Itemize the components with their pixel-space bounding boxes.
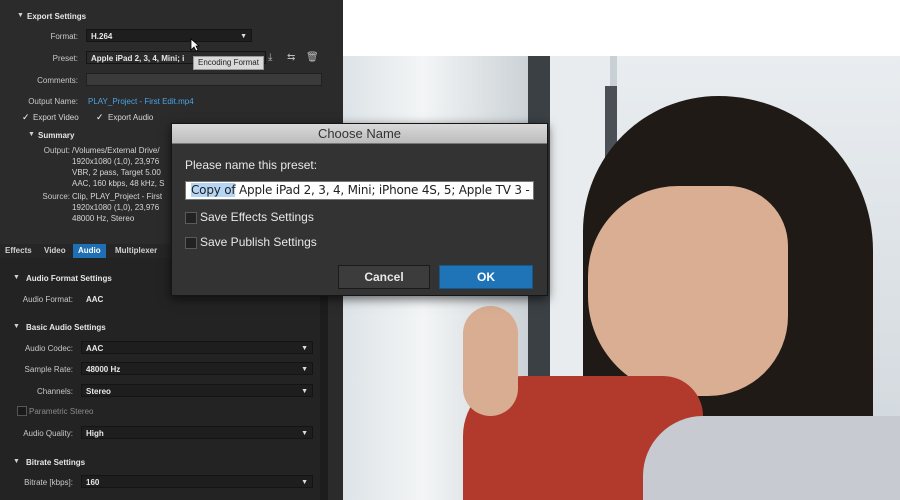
- bitrate-section-title: Bitrate Settings: [26, 458, 86, 467]
- bitrate-triangle-icon[interactable]: ▼: [13, 458, 20, 465]
- chevron-down-icon: ▼: [301, 388, 308, 395]
- comments-label: Comments:: [37, 76, 78, 85]
- audio-quality-select[interactable]: High ▼: [81, 426, 313, 439]
- output-name-link[interactable]: PLAY_Project - First Edit.mp4: [88, 97, 194, 106]
- dialog-title: Choose Name: [172, 124, 547, 144]
- source-line: Clip, PLAY_Project - First: [72, 192, 163, 201]
- chevron-down-icon: ▼: [301, 479, 308, 486]
- bitrate-label: Bitrate [kbps]:: [24, 478, 73, 487]
- chevron-down-icon: ▼: [301, 345, 308, 352]
- output-line: VBR, 2 pass, Target 5.00: [72, 168, 161, 177]
- preset-name-input[interactable]: Copy of Apple iPad 2, 3, 4, Mini; iPhone…: [185, 181, 534, 200]
- save-effects-label: Save Effects Settings: [200, 210, 314, 224]
- parametric-stereo-checkbox[interactable]: [17, 406, 27, 416]
- output-line: AAC, 160 kbps, 48 kHz, S: [72, 179, 165, 188]
- audio-quality-value: High: [86, 429, 104, 438]
- export-audio-label: Export Audio: [108, 113, 154, 122]
- audio-format-triangle-icon[interactable]: ▼: [13, 274, 20, 281]
- format-select[interactable]: H.264 ▼: [86, 29, 252, 42]
- comments-field[interactable]: [86, 73, 322, 86]
- save-effects-checkbox[interactable]: [185, 212, 197, 224]
- output-label: Output:: [43, 146, 70, 155]
- channels-select[interactable]: Stereo ▼: [81, 384, 313, 397]
- tab-effects[interactable]: Effects: [0, 244, 37, 258]
- selected-text: Copy of: [191, 183, 236, 197]
- source-line: 48000 Hz, Stereo: [72, 214, 135, 223]
- mouse-cursor-icon: [190, 38, 201, 55]
- preset-label: Preset:: [52, 54, 78, 63]
- source-label: Source:: [42, 192, 70, 201]
- bitrate-select[interactable]: 160 ▼: [81, 475, 313, 488]
- sample-rate-label: Sample Rate:: [24, 365, 73, 374]
- trash-icon[interactable]: 🗑: [306, 52, 319, 63]
- sample-rate-select[interactable]: 48000 Hz ▼: [81, 362, 313, 375]
- parametric-stereo-label: Parametric Stereo: [29, 407, 94, 416]
- output-line: 1920x1080 (1,0), 23,976: [72, 157, 160, 166]
- encoding-format-tooltip: Encoding Format: [193, 56, 264, 70]
- audio-codec-value: AAC: [86, 344, 104, 353]
- audio-format-label: Audio Format:: [22, 295, 73, 304]
- channels-label: Channels:: [36, 387, 73, 396]
- audio-format-section-title: Audio Format Settings: [26, 274, 112, 283]
- export-video-label: Export Video: [33, 113, 79, 122]
- dialog-prompt: Please name this preset:: [185, 158, 318, 172]
- preset-value: Apple iPad 2, 3, 4, Mini; i: [91, 54, 185, 63]
- output-line: /Volumes/External Drive/: [72, 146, 160, 155]
- tab-video[interactable]: Video: [39, 244, 71, 258]
- collapse-triangle-icon[interactable]: ▼: [17, 12, 24, 19]
- save-publish-label: Save Publish Settings: [200, 235, 317, 249]
- chevron-down-icon: ▼: [240, 33, 247, 40]
- save-publish-checkbox[interactable]: [185, 237, 197, 249]
- channels-value: Stereo: [86, 387, 111, 396]
- tab-audio[interactable]: Audio: [73, 244, 106, 258]
- basic-audio-triangle-icon[interactable]: ▼: [13, 323, 20, 330]
- tab-multiplexer[interactable]: Multiplexer: [110, 244, 162, 258]
- source-line: 1920x1080 (1,0), 23,976: [72, 203, 160, 212]
- format-label: Format:: [50, 32, 78, 41]
- export-settings-title: Export Settings: [27, 12, 87, 21]
- audio-format-value: AAC: [86, 295, 104, 304]
- export-video-checkbox[interactable]: ✓: [22, 112, 30, 123]
- summary-triangle-icon[interactable]: ▼: [28, 131, 35, 138]
- basic-audio-section-title: Basic Audio Settings: [26, 323, 106, 332]
- ok-button[interactable]: OK: [439, 265, 533, 289]
- chevron-down-icon: ▼: [301, 366, 308, 373]
- sample-rate-value: 48000 Hz: [86, 365, 121, 374]
- audio-quality-label: Audio Quality:: [23, 429, 73, 438]
- cancel-button[interactable]: Cancel: [338, 265, 430, 289]
- audio-codec-select[interactable]: AAC ▼: [81, 341, 313, 354]
- audio-codec-label: Audio Codec:: [24, 344, 73, 353]
- save-preset-icon[interactable]: ⤓: [268, 52, 272, 63]
- input-text: Apple iPad 2, 3, 4, Mini; iPhone 4S, 5; …: [235, 183, 534, 197]
- bitrate-value: 160: [86, 478, 100, 487]
- output-name-label: Output Name:: [28, 97, 78, 106]
- import-preset-icon[interactable]: ⇆: [287, 52, 295, 63]
- choose-name-dialog: Choose Name Please name this preset: Cop…: [171, 123, 548, 296]
- format-value: H.264: [91, 32, 113, 41]
- summary-title: Summary: [38, 131, 75, 140]
- chevron-down-icon: ▼: [301, 430, 308, 437]
- export-audio-checkbox[interactable]: ✓: [96, 112, 104, 123]
